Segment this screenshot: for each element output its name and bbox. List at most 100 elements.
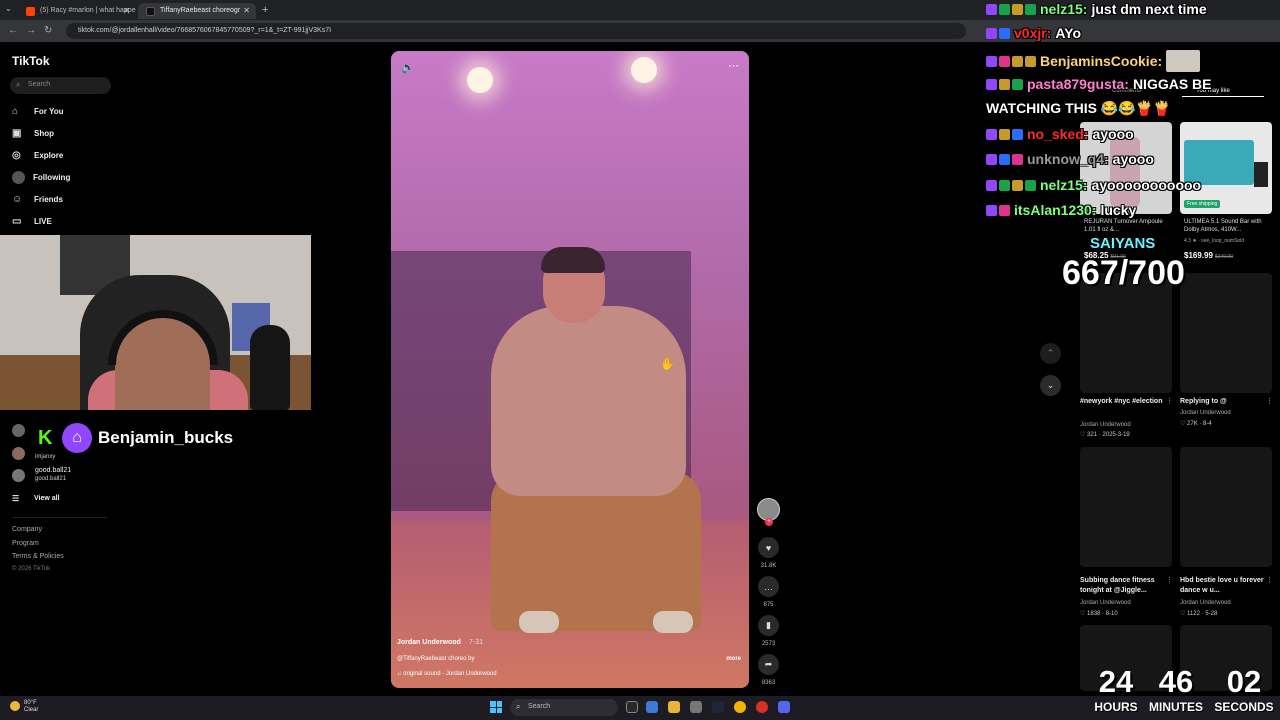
video-title[interactable]: Subbing dance fitness tonight at @Jiggle… <box>1080 576 1172 596</box>
emote-badge-icon <box>1025 3 1036 15</box>
steam-icon[interactable] <box>712 701 724 713</box>
video-title[interactable]: #newyork #nyc #election <box>1080 397 1164 407</box>
caption-more-link[interactable]: more <box>726 656 741 662</box>
more-vertical-icon[interactable]: ⋮ <box>1166 576 1173 584</box>
nav-label: LIVE <box>34 216 52 226</box>
file-explorer-icon[interactable] <box>668 701 680 713</box>
nav-for-you[interactable]: ⌂ For You <box>12 103 63 119</box>
product-title[interactable]: REJURAN Turnover Ampoule 1.01 fl oz &... <box>1084 218 1170 234</box>
follow-plus-icon[interactable]: + <box>765 518 773 526</box>
more-vertical-icon[interactable]: ⋮ <box>1266 576 1273 584</box>
streamer-name-badge: K ⌂ Benjamin_bucks <box>38 423 233 453</box>
close-tab-icon[interactable]: ✕ <box>123 6 130 15</box>
save-button[interactable]: ▮ <box>758 615 779 636</box>
windows-start-icon[interactable] <box>490 701 502 713</box>
video-author[interactable]: Jordan Underwood · 7-31 <box>397 639 483 646</box>
forward-icon[interactable]: → <box>26 25 36 36</box>
nav-label: Friends <box>34 194 63 204</box>
new-tab-button[interactable]: + <box>262 4 268 16</box>
following-icon <box>12 170 25 184</box>
reload-icon[interactable]: ↻ <box>44 25 52 36</box>
obs-icon[interactable] <box>756 701 768 713</box>
video-sound[interactable]: ♫ original sound - Jordan Underwood <box>397 671 497 677</box>
nav-shop[interactable]: ▣ Shop <box>12 125 54 141</box>
task-view-icon[interactable] <box>626 701 638 713</box>
bookmark-icon: ▮ <box>766 620 771 630</box>
tiktok-search-input[interactable]: ⌕ Search <box>10 77 111 94</box>
video-title[interactable]: Hbd bestie love u forever dance w u... <box>1180 576 1264 596</box>
discord-icon[interactable] <box>778 701 790 713</box>
nav-label: Shop <box>34 128 54 138</box>
account-name[interactable]: imjanxy <box>35 454 55 460</box>
tab-search-icon[interactable]: ⌄ <box>5 4 12 13</box>
next-video-button[interactable]: ⌄ <box>1040 375 1061 396</box>
video-title[interactable]: Replying to @ <box>1180 397 1264 407</box>
more-vertical-icon[interactable]: ⋮ <box>1266 397 1273 405</box>
edge-icon[interactable] <box>646 701 658 713</box>
weather-widget[interactable]: 80°F Clear <box>10 700 38 714</box>
chat-message: unknow_q4: ayooo <box>986 151 1154 167</box>
like-button[interactable]: ♥ <box>758 537 779 558</box>
share-button[interactable]: ➦ <box>758 654 779 675</box>
footer-copyright: © 2026 TikTok <box>12 566 51 572</box>
nav-label: For You <box>34 106 64 116</box>
close-tab-icon[interactable]: ✕ <box>243 6 250 15</box>
nav-following[interactable]: Following <box>12 169 70 185</box>
product-card[interactable]: Free shipping <box>1180 122 1272 214</box>
chat-username: nelz15: <box>1040 1 1088 17</box>
chrome-icon[interactable] <box>734 701 746 713</box>
nav-explore[interactable]: ◎ Explore <box>12 147 63 163</box>
product-title[interactable]: ULTIMEA 5.1 Sound Bar with Dolby Atmos, … <box>1184 218 1274 234</box>
video-player[interactable]: 🔈 ⋯ Jordan Underwood · 7-31 @TiffanyRaebe… <box>391 51 749 688</box>
back-icon[interactable]: ← <box>8 25 18 36</box>
home-icon: ⌂ <box>12 105 19 117</box>
more-vertical-icon[interactable]: ⋮ <box>1166 397 1173 405</box>
chat-text: lucky <box>1100 202 1137 218</box>
video-thumbnail[interactable] <box>1180 273 1272 393</box>
video-author[interactable]: Jordan Underwood <box>1080 422 1131 428</box>
video-date: · 7-31 <box>464 639 484 646</box>
nav-friends[interactable]: ☺ Friends <box>12 191 63 207</box>
footer-terms[interactable]: Terms & Policies <box>12 553 64 560</box>
tab-title: (5) Racy #marlon | what happe <box>40 7 136 14</box>
footer-company[interactable]: Company <box>12 526 42 533</box>
chat-username: no_sked: <box>1027 126 1089 142</box>
chat-message: no_sked: ayooo <box>986 126 1134 142</box>
video-thumbnail[interactable] <box>1180 447 1272 567</box>
browser-tab-active[interactable]: TiffanyRaebeast choreogr ✕ <box>138 3 256 19</box>
footer-program[interactable]: Program <box>12 540 39 547</box>
tiktok-logo[interactable]: TikTok <box>12 54 50 68</box>
chevron-up-icon: ⌃ <box>1046 348 1055 358</box>
view-all-link[interactable]: ☰ View all <box>12 490 60 506</box>
nav-live[interactable]: ▭ LIVE <box>12 213 52 229</box>
account-avatar[interactable] <box>12 447 25 460</box>
settings-icon[interactable] <box>690 701 702 713</box>
browser-tab[interactable]: (5) Racy #marlon | what happe ✕ <box>18 3 136 19</box>
chat-message: nelz15: ayooooooooooo <box>986 177 1201 193</box>
account-name[interactable]: good.ball21 <box>35 467 71 474</box>
chat-text: just dm next time <box>1091 1 1207 17</box>
twitch-badge-icon <box>986 27 997 39</box>
taskbar-search[interactable]: ⌕ Search <box>510 699 618 716</box>
video-author[interactable]: Jordan Underwood <box>1080 600 1131 606</box>
video-stats: ♡ 27K · 8-4 <box>1180 421 1212 427</box>
comment-button[interactable]: … <box>758 576 779 597</box>
video-author[interactable]: Jordan Underwood <box>1180 600 1231 606</box>
shop-icon: ▣ <box>12 127 22 139</box>
account-avatar[interactable] <box>12 469 25 482</box>
chat-text: ayooooooooooo <box>1091 177 1202 193</box>
share-count: 8363 <box>761 680 776 686</box>
video-stats: ♡ 1122 · 5-28 <box>1180 611 1218 617</box>
url-field[interactable]: tiktok.com/@jordallenhall/video/76685760… <box>66 23 966 39</box>
previous-video-button[interactable]: ⌃ <box>1040 343 1061 364</box>
share-icon: ➦ <box>764 659 773 669</box>
search-icon: ⌕ <box>516 702 521 711</box>
volume-icon[interactable]: 🔈 <box>401 61 415 74</box>
timer-seconds-label: SECONDS <box>1214 700 1274 714</box>
video-caption: @TiffanyRaebeast choreo by <box>397 656 475 662</box>
more-options-icon[interactable]: ⋯ <box>728 59 739 72</box>
video-thumbnail[interactable] <box>1080 447 1172 567</box>
video-author[interactable]: Jordan Underwood <box>1180 410 1231 416</box>
twitch-badge-icon <box>986 179 997 191</box>
account-avatar[interactable] <box>12 424 25 437</box>
